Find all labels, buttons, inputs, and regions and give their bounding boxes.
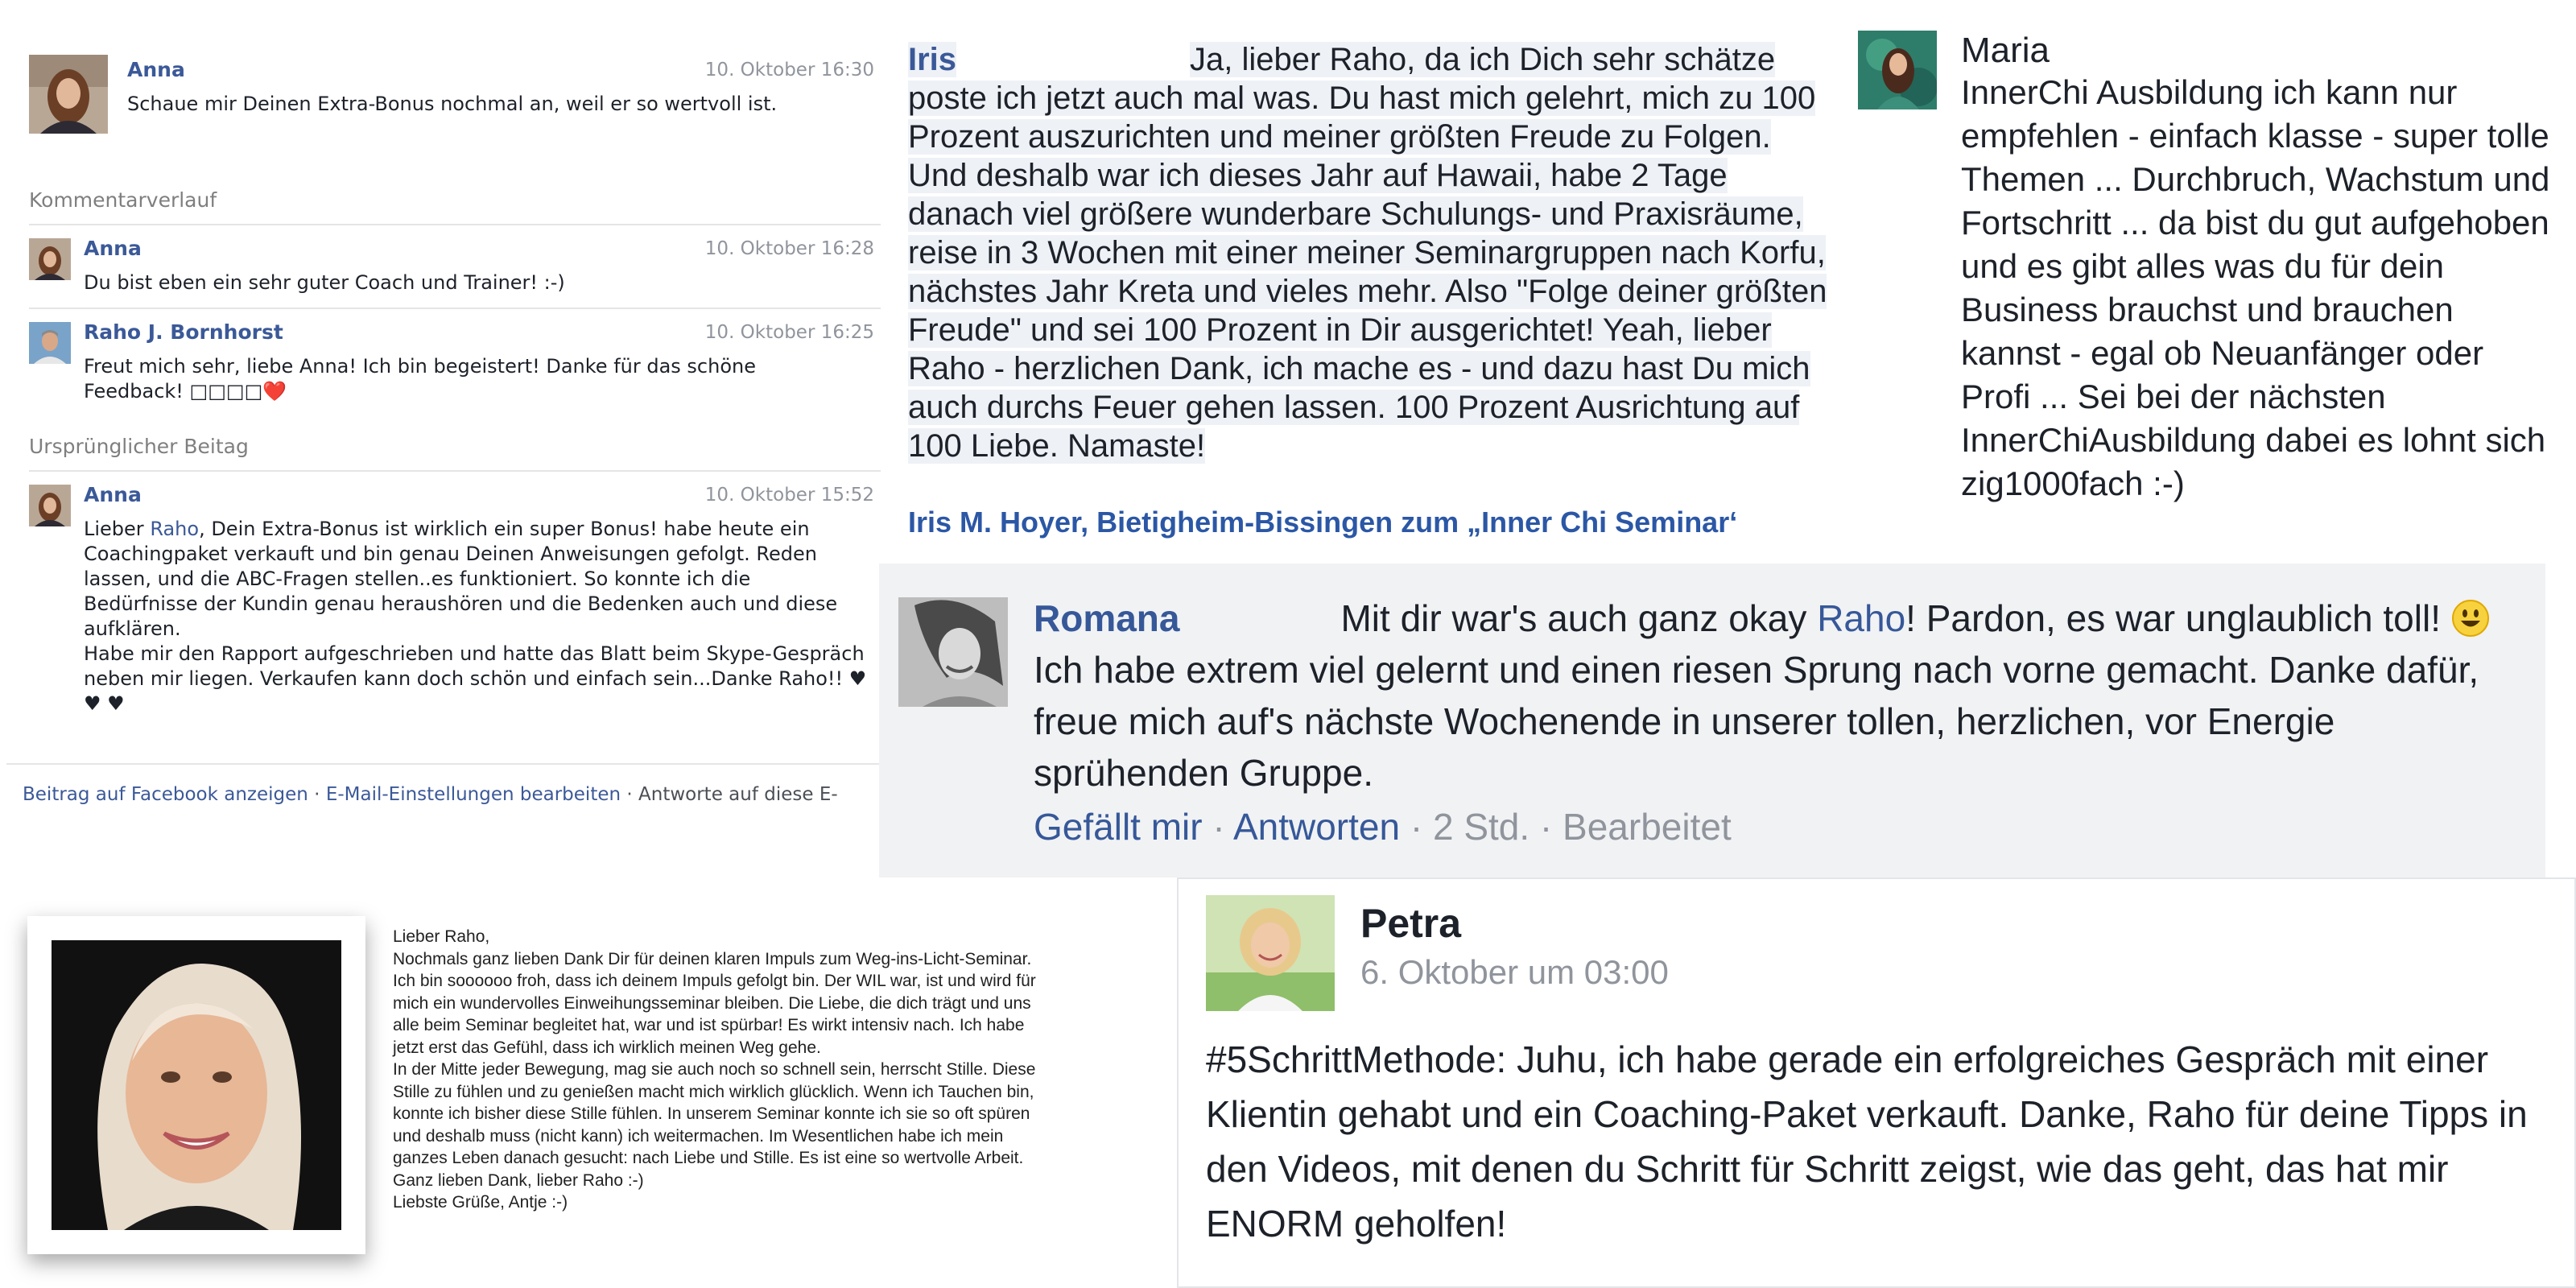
- original-post-text: Lieber Raho, Dein Extra-Bonus ist wirkli…: [84, 517, 869, 716]
- original-post-paragraph: Habe mir den Rapport aufgeschrieben und …: [84, 642, 867, 715]
- letter-line: Lieber Raho,: [393, 927, 490, 946]
- reply-button[interactable]: Antworten: [1233, 806, 1400, 848]
- avatar-anna-image: [29, 238, 71, 280]
- history-text: Du bist eben ein sehr guter Coach und Tr…: [84, 271, 565, 294]
- comment-author-name[interactable]: Anna: [127, 58, 185, 81]
- comment-text: Schaue mir Deinen Extra-Bonus nochmal an…: [127, 93, 778, 115]
- history-text: Freut mich sehr, liebe Anna! Ich bin beg…: [84, 354, 857, 404]
- mention-raho-link[interactable]: Raho: [150, 518, 199, 540]
- avatar-maria[interactable]: [1858, 31, 1937, 109]
- avatar-anna[interactable]: [29, 55, 108, 134]
- avatar-maria-image: [1858, 31, 1937, 109]
- divider: [29, 308, 881, 309]
- letter-line: alle beim Seminar begleitet hat, war und…: [393, 1016, 1025, 1034]
- comment-text-part: ! Pardon, es war unglaublich toll!: [1905, 597, 2451, 639]
- iris-author-name[interactable]: Iris: [908, 42, 957, 77]
- footer-separator: ·: [308, 784, 326, 805]
- romana-comment: Romana Mit dir war's auch ganz okay Raho!…: [879, 564, 2545, 877]
- comment-text-part: Ich habe extrem viel gelernt und einen r…: [1034, 649, 2479, 794]
- letter-line: jetzt erst das Gefühl, dass ich wirklich…: [393, 1038, 821, 1057]
- letter-line: und deshalb muss (nicht kann) ich weiter…: [393, 1126, 1004, 1146]
- antje-letter-text: Lieber Raho, Nochmals ganz lieben Dank D…: [393, 926, 1158, 1214]
- original-author-name[interactable]: Anna: [84, 483, 142, 506]
- mention-raho-link[interactable]: Raho: [1817, 597, 1905, 639]
- comment-history-heading: Kommentarverlauf: [29, 188, 217, 212]
- history-author-name[interactable]: Anna: [84, 237, 142, 260]
- avatar-raho-image: [29, 322, 71, 364]
- letter-line: mich ein wundervolles Einweihungsseminar…: [393, 993, 1031, 1013]
- letter-line: ganzes Leben danach gesucht: nach Liebe …: [393, 1149, 1024, 1167]
- history-author-name[interactable]: Raho J. Bornhorst: [84, 320, 283, 344]
- comment-time[interactable]: 2 Std.: [1433, 806, 1530, 848]
- antje-letter: Lieber Raho, Nochmals ganz lieben Dank D…: [0, 877, 1175, 1288]
- comment-actions: Gefällt mir · Antworten · 2 Std. · Bearb…: [1034, 805, 1732, 848]
- petra-author-name[interactable]: Petra: [1360, 900, 1461, 947]
- action-separator: ·: [1530, 806, 1563, 848]
- letter-line: konnte ich bisher diese Stille fühlen. I…: [393, 1104, 1030, 1123]
- history-text-line: Freut mich sehr, liebe Anna! Ich bin beg…: [84, 355, 756, 378]
- avatar-romana[interactable]: [898, 597, 1008, 707]
- divider: [29, 224, 881, 225]
- action-separator: ·: [1400, 806, 1433, 848]
- original-post-heading: Ursprünglicher Beitag: [29, 435, 249, 458]
- smiley-emoji: [2451, 599, 2490, 638]
- letter-line: Ganz lieben Dank, lieber Raho :-): [393, 1170, 644, 1190]
- avatar-anna[interactable]: [29, 238, 71, 280]
- romana-author-name[interactable]: Romana: [1034, 597, 1179, 639]
- photo-antje: [52, 940, 341, 1230]
- iris-signature: Iris M. Hoyer, Bietigheim-Bissingen zum …: [908, 506, 1738, 539]
- avatar-anna-image: [29, 55, 108, 134]
- maria-post-text: InnerChi Ausbildung ich kann nur empfehl…: [1961, 73, 2550, 502]
- original-post-text-part: Lieber: [84, 518, 151, 540]
- action-separator: ·: [1202, 806, 1233, 848]
- maria-author-name[interactable]: Maria: [1961, 31, 2050, 71]
- avatar-anna[interactable]: [29, 485, 71, 526]
- original-timestamp[interactable]: 10. Oktober 15:52: [601, 485, 874, 506]
- footer-separator: ·: [621, 784, 639, 805]
- letter-line: In der Mitte jeder Bewegung, mag sie auc…: [393, 1060, 1036, 1079]
- photo-antje-image: [52, 940, 341, 1230]
- romana-comment-text: Romana Mit dir war's auch ganz okay Raho!…: [1034, 592, 2499, 799]
- email-footer: Beitrag auf Facebook anzeigen · E-Mail-E…: [23, 784, 838, 805]
- avatar-anna-image: [29, 485, 71, 526]
- letter-line: Ich bin soooooo froh, dass ich deinem Im…: [393, 972, 1036, 990]
- smiley-emoji-image: [2451, 600, 2489, 637]
- avatar-raho[interactable]: [29, 322, 71, 364]
- letter-line: Nochmals ganz lieben Dank Dir für deinen…: [393, 949, 1032, 968]
- petra-post-time[interactable]: 6. Oktober um 03:00: [1360, 953, 1669, 992]
- comment-timestamp[interactable]: 10. Oktober 16:30: [601, 60, 874, 80]
- petra-post-text: #5SchrittMethode: Juhu, ich habe gerade …: [1206, 1038, 2528, 1245]
- divider: [29, 470, 881, 472]
- iris-testimonial: Iris Ja, lieber Raho, da ich Dich sehr sc…: [894, 32, 1843, 564]
- maria-testimonial: Maria InnerChi Ausbildung ich kann nur e…: [1852, 24, 2576, 572]
- petra-post: Petra 6. Oktober um 03:00 #5SchrittMetho…: [1177, 877, 2576, 1288]
- history-text-part: Feedback! □□□□: [84, 380, 263, 402]
- divider: [6, 763, 881, 765]
- heart-emoji: ❤️: [262, 380, 287, 402]
- letter-line: Stille zu fühlen und zu genießen macht m…: [393, 1082, 1034, 1101]
- photo-antje-frame: [27, 916, 365, 1254]
- view-on-facebook-link[interactable]: Beitrag auf Facebook anzeigen: [23, 784, 308, 805]
- anna-comment-notification: Anna 10. Oktober 16:30 Schaue mir Deinen…: [0, 0, 886, 829]
- history-timestamp[interactable]: 10. Oktober 16:28: [601, 238, 874, 259]
- comment-text-part: Mit dir war's auch ganz okay: [1340, 597, 1818, 639]
- email-settings-link[interactable]: E-Mail-Einstellungen bearbeiten: [326, 784, 621, 805]
- history-text-line: Feedback! □□□□❤️: [84, 379, 857, 404]
- history-timestamp[interactable]: 10. Oktober 16:25: [601, 322, 874, 343]
- avatar-romana-image: [898, 597, 1008, 707]
- iris-post-body: Iris Ja, lieber Raho, da ich Dich sehr sc…: [908, 40, 1834, 465]
- footer-tail-text: Antworte auf diese E-: [638, 784, 838, 805]
- edited-label[interactable]: Bearbeitet: [1563, 806, 1732, 848]
- avatar-petra-image: [1206, 895, 1335, 1011]
- avatar-petra[interactable]: [1206, 895, 1335, 1011]
- iris-post-text: Ja, lieber Raho, da ich Dich sehr schätz…: [908, 42, 1827, 464]
- original-post-paragraph: Lieber Raho, Dein Extra-Bonus ist wirkli…: [84, 517, 869, 642]
- like-button[interactable]: Gefällt mir: [1034, 806, 1203, 848]
- letter-line: Liebste Grüße, Antje :-): [393, 1193, 568, 1212]
